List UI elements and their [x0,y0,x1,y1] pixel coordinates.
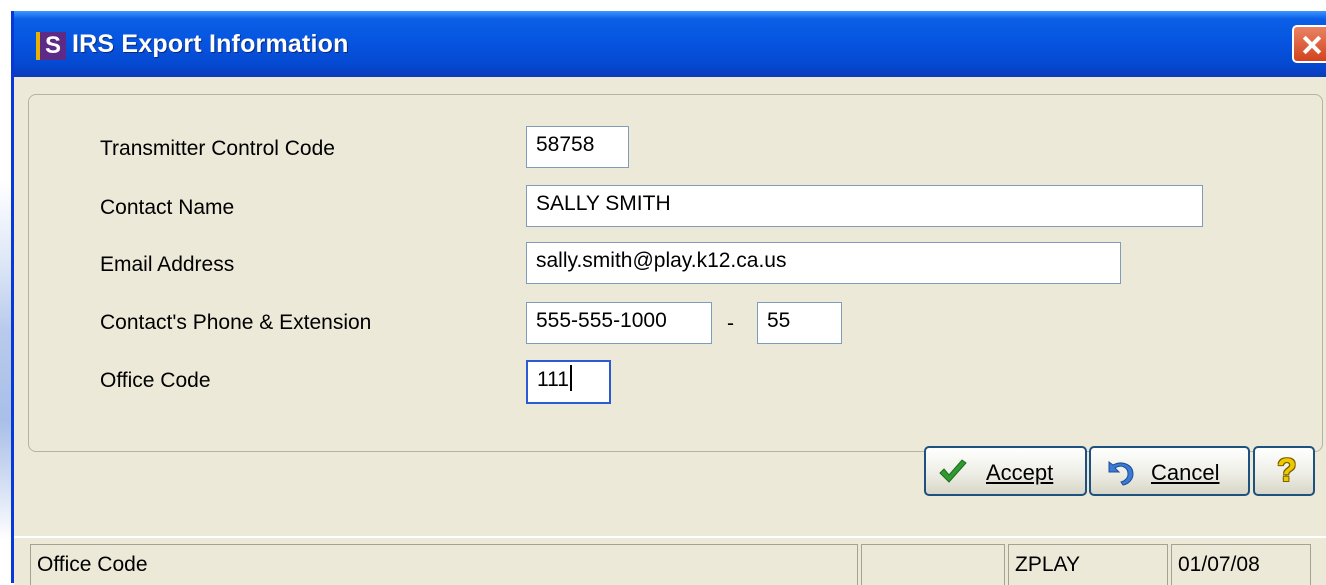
status-bar: Office Code ZPLAY 01/07/08 [14,536,1326,585]
status-date: 01/07/08 [1171,544,1311,585]
title-bar[interactable]: S IRS Export Information [14,11,1326,77]
status-user: ZPLAY [1008,544,1168,585]
irs-export-dialog: S IRS Export Information Transmitter Con… [11,11,1326,585]
contact-phone-label: Contact's Phone & Extension [100,311,372,334]
accept-button[interactable]: Accept [924,446,1087,496]
close-icon[interactable] [1292,25,1326,63]
status-empty-cell [861,544,1005,585]
contact-phone-input[interactable]: 555-555-1000 [526,302,712,344]
contact-name-label: Contact Name [100,196,235,219]
undo-icon [1108,461,1134,486]
office-code-value: 111 [537,368,569,391]
cancel-button-label: Cancel [1151,460,1220,485]
transmitter-control-code-label: Transmitter Control Code [100,137,335,160]
help-button[interactable]: ? [1253,446,1315,496]
office-code-input[interactable]: 111 [526,360,611,404]
cancel-button[interactable]: Cancel [1089,446,1250,496]
app-icon: S [36,32,66,60]
checkmark-icon [939,459,967,483]
office-code-label: Office Code [100,369,211,392]
phone-extension-separator: - [727,312,734,335]
help-icon: ? [1277,452,1297,488]
status-field-hint: Office Code [30,544,858,585]
contact-name-input[interactable]: SALLY SMITH [526,185,1203,227]
email-address-label: Email Address [100,253,235,276]
transmitter-control-code-input[interactable]: 58758 [526,126,629,168]
email-address-input[interactable]: sally.smith@play.k12.ca.us [526,242,1121,284]
window-title: IRS Export Information [72,30,349,58]
phone-extension-input[interactable]: 55 [757,302,842,344]
accept-button-label: Accept [986,460,1054,485]
text-caret [569,365,572,391]
